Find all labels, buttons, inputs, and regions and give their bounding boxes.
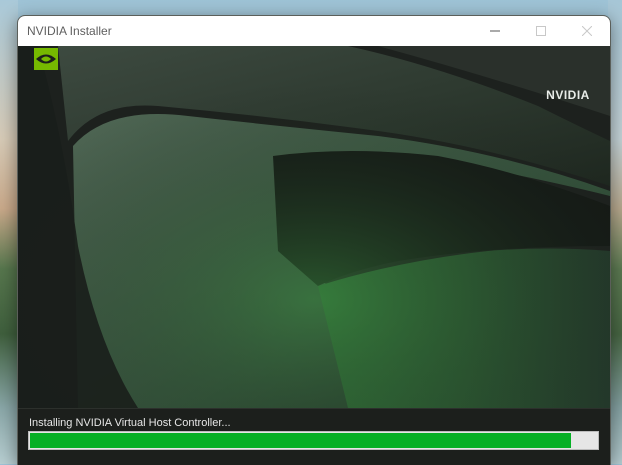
install-status-text: Installing NVIDIA Virtual Host Controlle… [29,417,231,429]
title-bar[interactable]: NVIDIA Installer [18,16,610,46]
hero-artwork: NVIDIA [18,46,610,408]
abstract-background-art [18,46,610,408]
desktop-background-left [0,0,18,464]
install-progress-fill [30,433,571,448]
window-title: NVIDIA Installer [27,24,112,38]
nvidia-logo-text: NVIDIA [546,88,590,102]
close-icon [582,26,592,36]
close-button[interactable] [564,16,610,46]
nvidia-eye-icon [34,48,58,70]
installer-window: NVIDIA Installer NVIDIA Installing NVIDI… [17,15,611,465]
minimize-button[interactable] [472,16,518,46]
install-progress-bar [28,431,599,450]
maximize-icon [536,26,546,36]
minimize-icon [490,30,500,32]
window-controls [472,16,610,46]
maximize-button[interactable] [518,16,564,46]
installer-footer: Installing NVIDIA Virtual Host Controlle… [18,408,610,465]
